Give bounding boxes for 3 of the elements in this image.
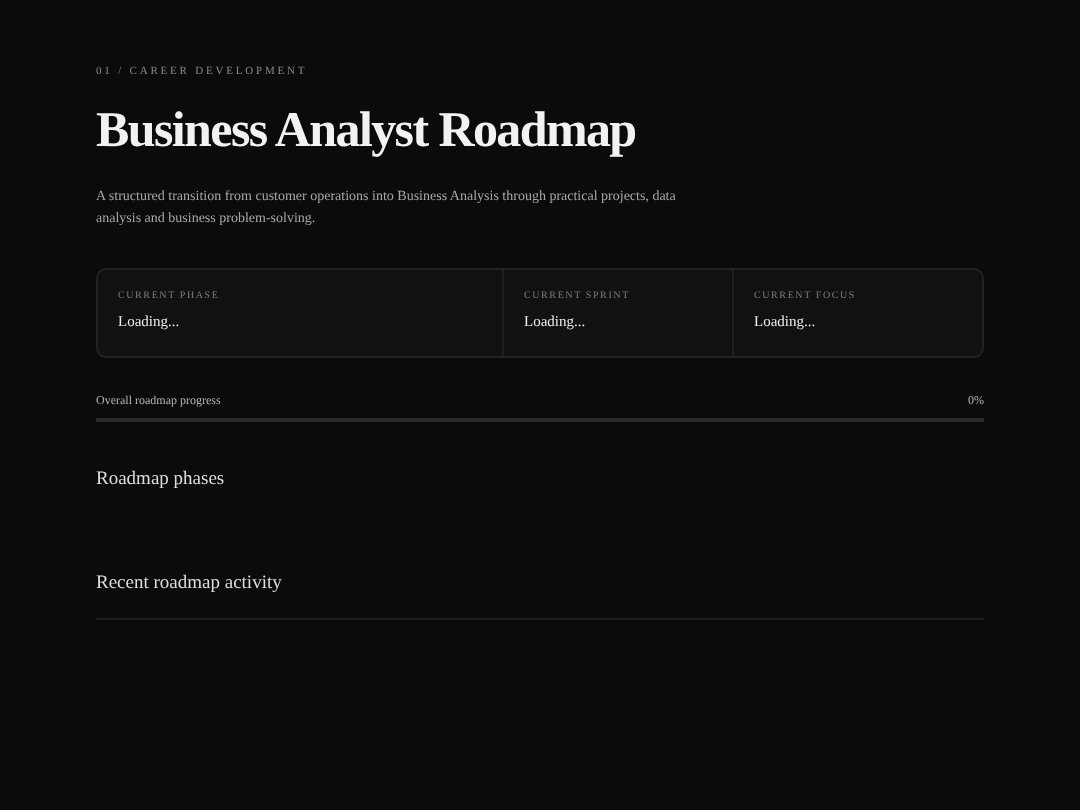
section-heading: Recent roadmap activity — [96, 573, 284, 593]
section-heading: Roadmap phases — [96, 469, 227, 489]
page-title: Business Analyst Roadmap — [96, 104, 638, 159]
